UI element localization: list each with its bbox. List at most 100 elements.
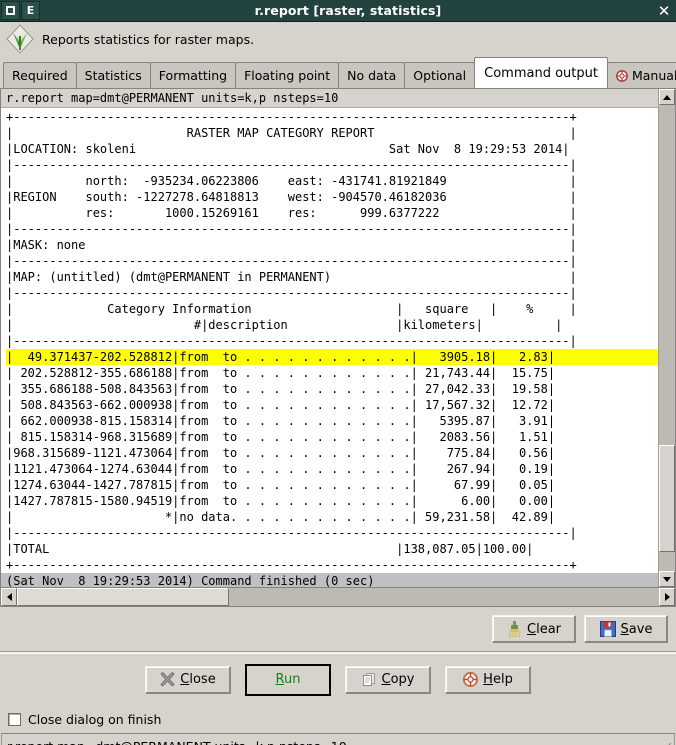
- tab-label: No data: [347, 68, 397, 83]
- copy-button[interactable]: Copy: [345, 665, 431, 694]
- report-line: |1121.473064-1274.63044|from to . . . . …: [6, 462, 556, 476]
- status-bar-text: r.report map=dmt@PERMANENT units=k,p nst…: [7, 739, 347, 745]
- report-line: |1274.63044-1427.787815|from to . . . . …: [6, 478, 556, 492]
- floppy-disk-icon: [599, 621, 616, 637]
- tab-manual[interactable]: Manual: [606, 62, 676, 88]
- report-line: | 662.000938-815.158314|from to . . . . …: [6, 414, 556, 428]
- close-dialog-on-finish-label: Close dialog on finish: [28, 711, 162, 727]
- horizontal-scroll-thumb[interactable]: [17, 588, 229, 606]
- report-line: | res: 1000.15269161 res: 999.6377222 |: [6, 206, 577, 220]
- report-line: |---------------------------------------…: [6, 254, 577, 268]
- report-line: |---------------------------------------…: [6, 526, 577, 540]
- restore-square-icon: [6, 6, 15, 15]
- clear-button-label: Clear: [527, 621, 561, 637]
- report-line: |LOCATION: skoleni Sat Nov 8 19:29:53 20…: [6, 142, 570, 156]
- triangle-right-icon: [664, 593, 670, 601]
- report-line: |---------------------------------------…: [6, 334, 577, 348]
- tab-label: Formatting: [158, 68, 228, 83]
- report-line: | Category Information | square | % |: [6, 302, 577, 316]
- close-dialog-button[interactable]: Close: [145, 665, 231, 694]
- tab-label: Command output: [484, 65, 598, 81]
- report-line: |---------------------------------------…: [6, 158, 577, 172]
- tab-required[interactable]: Required: [3, 62, 77, 88]
- tab-optional[interactable]: Optional: [404, 62, 476, 88]
- report-line: | 815.158314-968.315689|from to . . . . …: [6, 430, 556, 444]
- horizontal-scroll-trough[interactable]: [17, 588, 659, 606]
- tab-formatting[interactable]: Formatting: [149, 62, 237, 88]
- editor-menu-button[interactable]: E: [21, 1, 40, 20]
- output-toolbar: Clear Save: [0, 607, 676, 653]
- close-icon: ✕: [657, 2, 671, 20]
- window-title: r.report [raster, statistics]: [254, 3, 442, 18]
- dialog-description: Reports statistics for raster maps.: [42, 31, 255, 47]
- clear-button[interactable]: Clear: [492, 615, 576, 643]
- report-line: +---------------------------------------…: [6, 110, 577, 124]
- vertical-scrollbar[interactable]: [658, 89, 675, 587]
- save-button-label: Save: [620, 621, 653, 637]
- restore-window-button[interactable]: [1, 1, 20, 20]
- editor-icon: E: [26, 4, 35, 17]
- tab-statistics[interactable]: Statistics: [75, 62, 151, 88]
- help-button-label: Help: [483, 672, 513, 687]
- triangle-left-icon: [6, 593, 12, 601]
- help-button[interactable]: Help: [445, 665, 531, 694]
- report-line-highlighted: | 49.371437-202.528812|from to . . . . .…: [6, 349, 658, 365]
- report-line: | 355.686188-508.843563|from to . . . . …: [6, 382, 556, 396]
- close-on-finish-row: Close dialog on finish: [0, 705, 676, 733]
- vertical-scroll-trough[interactable]: [659, 105, 675, 571]
- command-finished-line: (Sat Nov 8 19:29:53 2014) Command finish…: [1, 573, 658, 587]
- report-line: | north: -935234.06223806 east: -431741.…: [6, 174, 577, 188]
- report-line: | 202.528812-355.686188|from to . . . . …: [6, 366, 556, 380]
- run-button[interactable]: Run: [245, 663, 331, 696]
- command-echo-line: r.report map=dmt@PERMANENT units=k,p nst…: [1, 89, 658, 108]
- x-mark-icon: [161, 672, 175, 687]
- tab-label: Optional: [413, 68, 467, 83]
- scroll-down-button[interactable]: [659, 571, 675, 587]
- report-line: |---------------------------------------…: [6, 222, 577, 236]
- report-line: |MASK: none |: [6, 238, 577, 252]
- command-output-pane: r.report map=dmt@PERMANENT units=k,p nst…: [0, 88, 676, 588]
- report-line: |MAP: (untitled) (dmt@PERMANENT in PERMA…: [6, 270, 577, 284]
- report-body: +---------------------------------------…: [1, 108, 658, 573]
- tab-floating-point[interactable]: Floating point: [235, 62, 340, 88]
- close-dialog-on-finish-checkbox[interactable]: [8, 712, 21, 726]
- grass-gis-logo-icon: [6, 24, 34, 54]
- close-window-button[interactable]: ✕: [654, 0, 674, 22]
- status-bar: r.report map=dmt@PERMANENT units=k,p nst…: [1, 733, 675, 745]
- triangle-up-icon: [663, 94, 671, 100]
- copy-button-label: Copy: [381, 672, 415, 687]
- tab-command-output[interactable]: Command output: [474, 57, 608, 88]
- report-line: | RASTER MAP CATEGORY REPORT |: [6, 126, 577, 140]
- tab-label: Manual: [631, 68, 676, 83]
- broom-icon: [508, 621, 521, 637]
- lifering-icon: [463, 672, 479, 687]
- report-line: | 508.843563-662.000938|from to . . . . …: [6, 398, 556, 412]
- report-line: |TOTAL |138,087.05|100.00|: [6, 542, 534, 556]
- report-line: |REGION south: -1227278.64818813 west: -…: [6, 190, 577, 204]
- scroll-left-button[interactable]: [1, 588, 17, 606]
- tab-label: Floating point: [244, 68, 331, 83]
- tab-bar: Required Statistics Formatting Floating …: [0, 56, 676, 88]
- report-line: |1427.787815-1580.94519|from to . . . . …: [6, 494, 556, 508]
- triangle-down-icon: [663, 576, 671, 582]
- scroll-up-button[interactable]: [659, 89, 675, 105]
- dialog-header: Reports statistics for raster maps.: [0, 22, 676, 56]
- tab-label: Required: [12, 68, 68, 83]
- save-button[interactable]: Save: [584, 615, 668, 643]
- report-line: | #|description |kilometers| |: [6, 318, 563, 332]
- copy-pages-icon: [362, 673, 375, 686]
- report-line: +---------------------------------------…: [6, 558, 577, 572]
- report-line: |---------------------------------------…: [6, 286, 577, 300]
- command-output-text-area[interactable]: r.report map=dmt@PERMANENT units=k,p nst…: [1, 89, 658, 587]
- tab-label: Statistics: [84, 68, 142, 83]
- close-dialog-label: Close: [180, 672, 216, 687]
- dialog-action-bar: Close Run Copy Help: [0, 653, 676, 705]
- horizontal-scrollbar[interactable]: [0, 588, 676, 607]
- report-line: | *|no data. . . . . . . . . . . . .| 59…: [6, 510, 556, 524]
- window-titlebar: E r.report [raster, statistics] ✕: [0, 0, 676, 22]
- tab-no-data[interactable]: No data: [338, 62, 406, 88]
- lifering-icon: [616, 69, 628, 82]
- run-button-label: Run: [275, 672, 301, 687]
- scroll-right-button[interactable]: [659, 588, 675, 606]
- vertical-scroll-thumb[interactable]: [659, 445, 675, 553]
